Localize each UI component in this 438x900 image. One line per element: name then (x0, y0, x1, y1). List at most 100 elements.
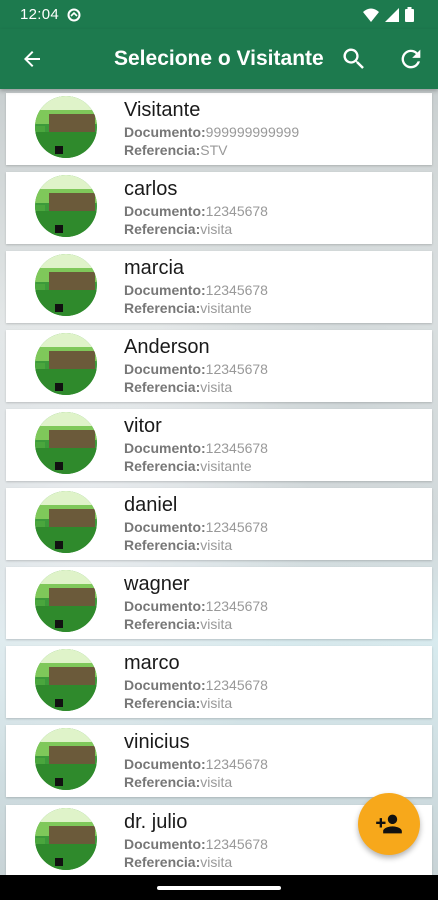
document-label: Documento: (124, 756, 206, 772)
visitor-avatar (35, 96, 97, 158)
visitor-name: Anderson (124, 336, 210, 358)
reference-label: Referencia: (124, 537, 201, 553)
document-label: Documento: (124, 677, 206, 693)
reference-label: Referencia: (124, 616, 201, 632)
document-value: 12345678 (205, 677, 268, 693)
visitor-name: wagner (124, 573, 190, 595)
refresh-icon (401, 49, 421, 69)
visitor-list: Visitante Documento:999999999999 Referen… (0, 89, 438, 875)
home-gesture-handle[interactable] (157, 886, 281, 890)
visitor-reference: Referencia:visita (124, 774, 232, 790)
document-label: Documento: (124, 282, 206, 298)
document-value: 12345678 (205, 282, 268, 298)
visitor-card[interactable]: marcia Documento:12345678 Referencia:vis… (6, 251, 432, 323)
visitor-card[interactable]: carlos Documento:12345678 Referencia:vis… (6, 172, 432, 244)
visitor-reference: Referencia:visita (124, 379, 232, 395)
visitor-card[interactable]: wagner Documento:12345678 Referencia:vis… (6, 567, 432, 639)
visitor-avatar (35, 570, 97, 632)
visitor-reference: Referencia:visita (124, 221, 232, 237)
status-bar: 12:04 (0, 0, 438, 29)
visitor-avatar (35, 808, 97, 870)
visitor-name: vinicius (124, 731, 190, 753)
visitor-name: marco (124, 652, 180, 674)
visitor-document: Documento:12345678 (124, 361, 268, 377)
visitor-reference: Referencia:STV (124, 142, 228, 158)
system-nav-bar (0, 875, 438, 900)
reference-value: visita (200, 616, 233, 632)
visitor-document: Documento:12345678 (124, 282, 268, 298)
document-value: 999999999999 (205, 124, 300, 140)
reference-value: visitante (200, 300, 252, 316)
document-label: Documento: (124, 361, 206, 377)
visitor-document: Documento:12345678 (124, 203, 268, 219)
document-value: 12345678 (205, 598, 268, 614)
visitor-name: vitor (124, 415, 162, 437)
reference-label: Referencia: (124, 300, 201, 316)
document-label: Documento: (124, 598, 206, 614)
back-button[interactable] (4, 29, 60, 89)
visitor-document: Documento:12345678 (124, 756, 268, 772)
visitor-card[interactable]: vitor Documento:12345678 Referencia:visi… (6, 409, 432, 481)
visitor-card[interactable]: marco Documento:12345678 Referencia:visi… (6, 646, 432, 718)
visitor-reference: Referencia:visita (124, 537, 232, 553)
reference-value: visitante (200, 458, 252, 474)
visitor-reference: Referencia:visita (124, 616, 232, 632)
document-value: 12345678 (205, 361, 268, 377)
document-value: 12345678 (205, 440, 268, 456)
reference-label: Referencia: (124, 221, 201, 237)
battery-icon (405, 7, 414, 22)
visitor-avatar (35, 728, 97, 790)
document-value: 12345678 (205, 519, 268, 535)
visitor-avatar (35, 254, 97, 316)
reference-label: Referencia: (124, 695, 201, 711)
visitor-avatar (35, 412, 97, 474)
document-value: 12345678 (205, 756, 268, 772)
status-time: 12:04 (20, 6, 60, 23)
visitor-avatar (35, 175, 97, 237)
visitor-document: Documento:12345678 (124, 440, 268, 456)
app-toolbar: Selecione o Visitante (0, 29, 438, 89)
visitor-name: carlos (124, 178, 178, 200)
document-label: Documento: (124, 519, 206, 535)
visitor-card[interactable]: Anderson Documento:12345678 Referencia:v… (6, 330, 432, 402)
search-button[interactable] (340, 45, 368, 73)
document-label: Documento: (124, 124, 206, 140)
add-person-icon (376, 814, 402, 834)
reference-value: visita (200, 854, 233, 870)
visitor-document: Documento:12345678 (124, 677, 268, 693)
reference-value: visita (200, 774, 233, 790)
visitor-avatar (35, 491, 97, 553)
visitor-document: Documento:12345678 (124, 598, 268, 614)
reference-value: STV (200, 142, 228, 158)
visitor-name: marcia (124, 257, 185, 279)
wifi-icon (363, 8, 379, 22)
reference-label: Referencia: (124, 142, 201, 158)
visitor-card[interactable]: Visitante Documento:999999999999 Referen… (6, 93, 432, 165)
add-visitor-button[interactable] (358, 793, 420, 855)
reference-value: visita (200, 695, 233, 711)
reference-label: Referencia: (124, 854, 201, 870)
reference-label: Referencia: (124, 458, 201, 474)
reference-label: Referencia: (124, 379, 201, 395)
visitor-reference: Referencia:visita (124, 854, 232, 870)
reference-label: Referencia: (124, 774, 201, 790)
page-title: Selecione o Visitante (114, 47, 324, 70)
visitor-document: Documento:12345678 (124, 836, 268, 852)
document-value: 12345678 (205, 836, 268, 852)
visitor-reference: Referencia:visitante (124, 300, 252, 316)
reference-value: visita (200, 221, 233, 237)
document-label: Documento: (124, 203, 206, 219)
reference-value: visita (200, 537, 233, 553)
visitor-reference: Referencia:visita (124, 695, 232, 711)
visitor-document: Documento:12345678 (124, 519, 268, 535)
visitor-avatar (35, 333, 97, 395)
visitor-document: Documento:999999999999 (124, 124, 299, 140)
document-label: Documento: (124, 836, 206, 852)
visitor-card[interactable]: vinicius Documento:12345678 Referencia:v… (6, 725, 432, 797)
document-label: Documento: (124, 440, 206, 456)
visitor-name: daniel (124, 494, 178, 516)
visitor-card[interactable]: daniel Documento:12345678 Referencia:vis… (6, 488, 432, 560)
reference-value: visita (200, 379, 233, 395)
refresh-button[interactable] (397, 45, 425, 73)
visitor-reference: Referencia:visitante (124, 458, 252, 474)
